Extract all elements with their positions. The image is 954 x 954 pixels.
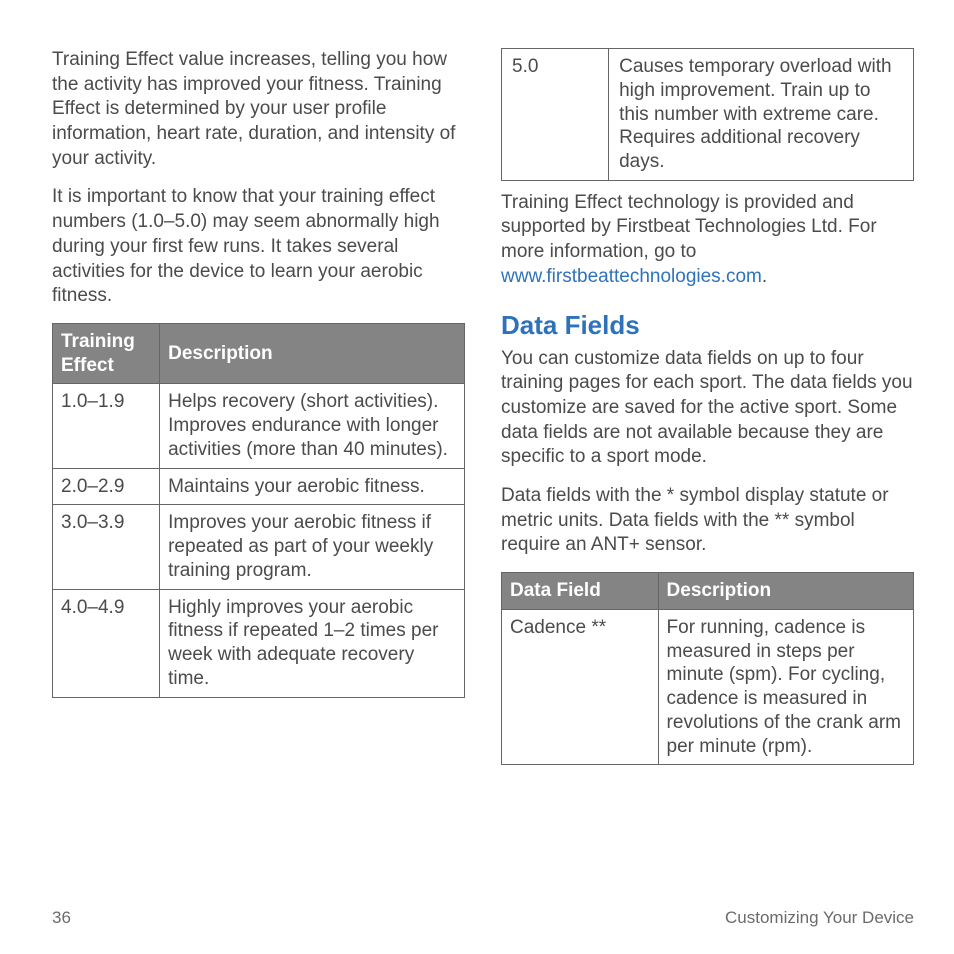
training-effect-table: Training Effect Description 1.0–1.9 Help… [52, 323, 465, 698]
df-header-2: Description [658, 573, 913, 610]
page-footer: 36 Customizing Your Device [52, 908, 914, 928]
te-cell: 4.0–4.9 [53, 589, 160, 697]
section-title: Customizing Your Device [725, 908, 914, 928]
df-cell: For running, cadence is measured in step… [658, 609, 913, 765]
two-column-layout: Training Effect value increases, telling… [52, 48, 914, 765]
firstbeat-paragraph: Training Effect technology is provided a… [501, 191, 914, 290]
te-cell: 3.0–3.9 [53, 505, 160, 589]
te-cell: 5.0 [502, 49, 609, 181]
page: Training Effect value increases, telling… [0, 0, 954, 954]
te-cell: Helps recovery (short activities). Impro… [160, 384, 465, 468]
left-paragraph-1: Training Effect value increases, telling… [52, 48, 465, 171]
data-fields-table: Data Field Description Cadence ** For ru… [501, 572, 914, 765]
table-row: Cadence ** For running, cadence is measu… [502, 609, 914, 765]
table-row: 3.0–3.9 Improves your aerobic fitness if… [53, 505, 465, 589]
left-column: Training Effect value increases, telling… [52, 48, 465, 765]
table-header-row: Training Effect Description [53, 323, 465, 384]
te-cell: Highly improves your aerobic fitness if … [160, 589, 465, 697]
right-column: 5.0 Causes temporary overload with high … [501, 48, 914, 765]
page-number: 36 [52, 908, 71, 928]
table-header-row: Data Field Description [502, 573, 914, 610]
te-cell: 1.0–1.9 [53, 384, 160, 468]
left-paragraph-2: It is important to know that your traini… [52, 185, 465, 308]
te-header-1: Training Effect [53, 323, 160, 384]
te-cell: 2.0–2.9 [53, 468, 160, 505]
data-fields-paragraph-1: You can customize data fields on up to f… [501, 347, 914, 470]
training-effect-overflow-table: 5.0 Causes temporary overload with high … [501, 48, 914, 181]
te-cell: Causes temporary overload with high impr… [609, 49, 914, 181]
table-row: 2.0–2.9 Maintains your aerobic fitness. [53, 468, 465, 505]
df-header-1: Data Field [502, 573, 659, 610]
section-heading-data-fields: Data Fields [501, 310, 914, 341]
te-cell: Maintains your aerobic fitness. [160, 468, 465, 505]
table-row: 5.0 Causes temporary overload with high … [502, 49, 914, 181]
period: . [762, 266, 767, 287]
te-cell: Improves your aerobic fitness if repeate… [160, 505, 465, 589]
data-fields-paragraph-2: Data fields with the * symbol display st… [501, 484, 914, 558]
df-cell: Cadence ** [502, 609, 659, 765]
firstbeat-link[interactable]: www.firstbeattechnologies.com [501, 266, 762, 287]
table-row: 1.0–1.9 Helps recovery (short activities… [53, 384, 465, 468]
te-header-2: Description [160, 323, 465, 384]
firstbeat-text: Training Effect technology is provided a… [501, 192, 877, 262]
table-row: 4.0–4.9 Highly improves your aerobic fit… [53, 589, 465, 697]
